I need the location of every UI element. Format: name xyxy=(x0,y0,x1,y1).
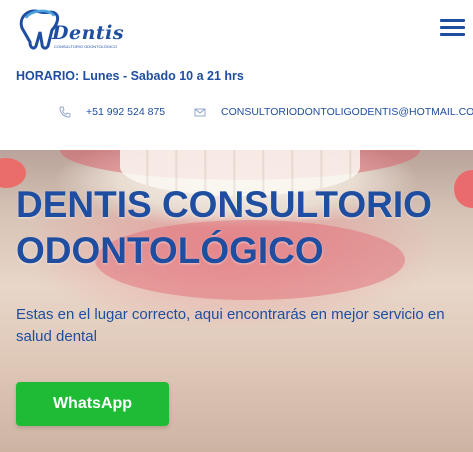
logo-wordmark: Dentis xyxy=(52,22,125,44)
opening-hours: HORARIO: Lunes - Sabado 10 a 21 hrs xyxy=(16,69,244,83)
whatsapp-button[interactable]: WhatsApp xyxy=(16,382,169,426)
phone-contact[interactable]: +51 992 524 875 xyxy=(59,106,165,118)
site-header: Dentis CONSULTORIO ODONTOLÓGICO HORARIO:… xyxy=(0,0,473,150)
email-contact[interactable]: CONSULTORIODONTOLIGODENTIS@HOTMAIL.COM xyxy=(194,106,473,118)
dentis-logo[interactable]: Dentis CONSULTORIO ODONTOLÓGICO xyxy=(16,6,124,54)
hamburger-menu-icon[interactable] xyxy=(440,17,465,39)
hero-description: Estas en el lugar correcto, aqui encontr… xyxy=(16,306,445,345)
logo-tagline: CONSULTORIO ODONTOLÓGICO xyxy=(54,44,118,49)
phone-icon xyxy=(59,106,71,118)
phone-number: +51 992 524 875 xyxy=(86,106,166,118)
envelope-icon xyxy=(194,108,206,117)
hero-title: DENTIS CONSULTORIO ODONTOLÓGICO xyxy=(16,184,432,271)
email-address: CONSULTORIODONTOLIGODENTIS@HOTMAIL.COM xyxy=(221,106,473,118)
